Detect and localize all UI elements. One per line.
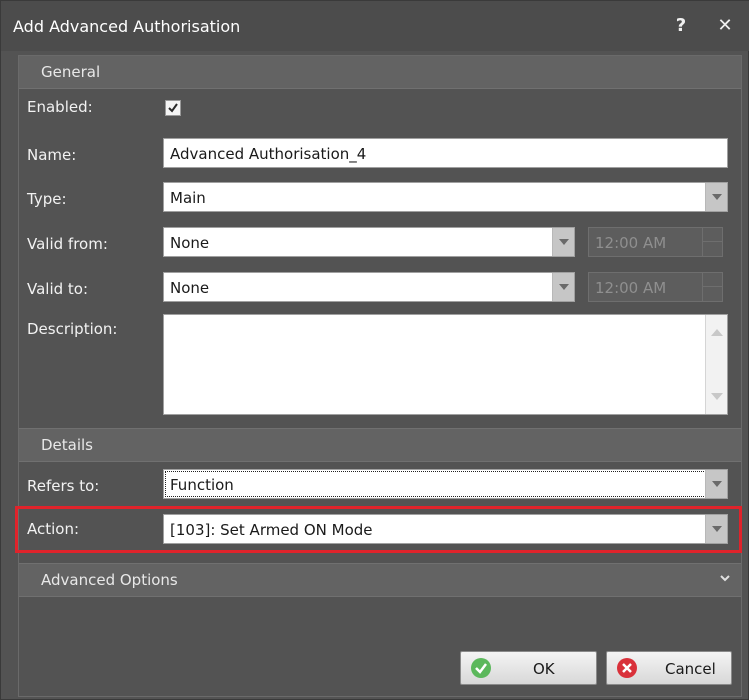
refers-to-label: Refers to: [27,477,100,495]
enabled-checkbox[interactable] [165,100,181,116]
chevron-down-icon [712,481,722,487]
cancel-circle-icon [617,658,637,678]
chevron-down-icon [559,239,569,245]
checkmark-icon [168,103,178,113]
close-icon[interactable]: ✕ [713,15,737,37]
dialog-title: Add Advanced Authorisation [13,17,241,36]
type-dropdown-button[interactable] [705,183,727,211]
general-header-label: General [41,63,101,81]
dialog-content: General Enabled: Name: Advanced Authoris… [15,55,742,697]
advanced-options-toggle[interactable]: Advanced Options [19,563,741,597]
valid-to-value: None [170,279,210,297]
valid-to-time-spinner[interactable] [702,273,722,301]
valid-to-select[interactable]: None [163,272,575,302]
action-select[interactable]: [103]: Set Armed ON Mode [163,514,728,544]
details-group-header: Details [19,428,741,462]
type-label: Type: [27,190,67,208]
description-textarea[interactable] [163,314,728,415]
valid-from-value: None [170,234,210,252]
refers-to-dropdown-button[interactable] [705,470,727,498]
chevron-down-icon [712,526,722,532]
enabled-label: Enabled: [27,98,93,116]
ok-button[interactable]: OK [460,651,597,685]
add-advanced-authorisation-dialog: Add Advanced Authorisation ? ✕ General E… [0,0,749,700]
title-bar: Add Advanced Authorisation ? ✕ [1,1,749,51]
cancel-button-label: Cancel [665,660,716,678]
valid-from-label: Valid from: [27,235,108,253]
valid-from-dropdown-button[interactable] [552,228,574,256]
valid-from-time-value: 12:00 AM [595,234,667,252]
chevron-down-icon [720,575,730,582]
cancel-button[interactable]: Cancel [606,651,732,685]
type-select[interactable]: Main [163,182,728,212]
description-scrollbar[interactable] [705,315,727,414]
name-value: Advanced Authorisation_4 [170,145,367,163]
name-label: Name: [27,146,77,164]
general-group-header: General [19,56,741,89]
scroll-down-icon[interactable] [711,393,723,400]
details-header-label: Details [41,436,94,454]
advanced-options-label: Advanced Options [41,571,178,589]
action-value: [103]: Set Armed ON Mode [170,521,373,539]
valid-from-time-spinner[interactable] [702,228,722,256]
valid-to-time-input[interactable]: 12:00 AM [588,272,723,302]
valid-from-select[interactable]: None [163,227,575,257]
help-icon[interactable]: ? [669,15,693,37]
description-label: Description: [27,320,118,338]
valid-to-dropdown-button[interactable] [552,273,574,301]
type-value: Main [170,189,206,207]
refers-to-value: Function [170,476,234,494]
valid-from-time-input[interactable]: 12:00 AM [588,227,723,257]
chevron-down-icon [559,284,569,290]
check-circle-icon [471,658,491,678]
action-dropdown-button[interactable] [705,515,727,543]
action-label: Action: [27,520,80,538]
ok-button-label: OK [533,660,555,678]
name-input[interactable]: Advanced Authorisation_4 [163,138,728,168]
chevron-down-icon [712,194,722,200]
scroll-up-icon[interactable] [711,329,723,336]
valid-to-time-value: 12:00 AM [595,279,667,297]
valid-to-label: Valid to: [27,280,89,298]
refers-to-select[interactable]: Function [163,469,728,499]
